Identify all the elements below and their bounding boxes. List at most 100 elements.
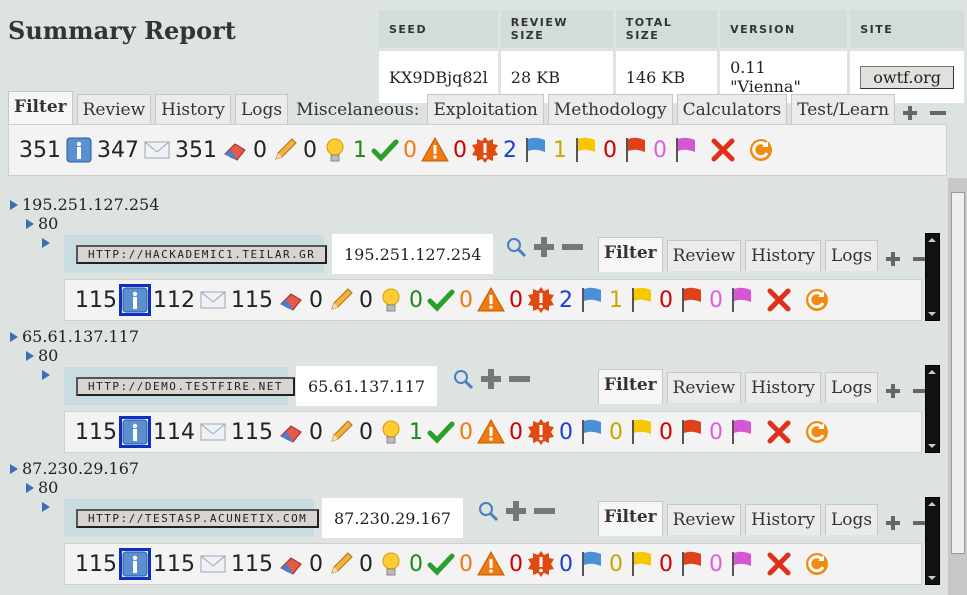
- refresh-icon[interactable]: [803, 286, 831, 314]
- target-scrollbar[interactable]: [925, 233, 940, 321]
- target-scrollbar[interactable]: [925, 497, 940, 585]
- eraser-icon[interactable]: [277, 286, 305, 314]
- search-icon[interactable]: [452, 367, 474, 391]
- tab-filter[interactable]: Filter: [598, 501, 663, 536]
- tree-node-port[interactable]: 80: [26, 346, 58, 365]
- bulb-icon[interactable]: [321, 136, 349, 164]
- red-flag-icon[interactable]: [677, 550, 705, 578]
- tab-review[interactable]: Review: [666, 372, 742, 403]
- alert-icon[interactable]: [471, 136, 499, 164]
- check-icon[interactable]: [427, 550, 455, 578]
- alert-icon[interactable]: [527, 418, 555, 446]
- info-icon[interactable]: [119, 284, 151, 316]
- delete-icon[interactable]: [765, 286, 793, 314]
- tree-node-url[interactable]: [42, 497, 54, 516]
- warning-icon[interactable]: [477, 550, 505, 578]
- target-scrollbar[interactable]: [925, 365, 940, 453]
- violet-flag-icon[interactable]: [727, 418, 755, 446]
- warning-icon[interactable]: [421, 136, 449, 164]
- yellow-flag-icon[interactable]: [627, 550, 655, 578]
- tab-history[interactable]: History: [745, 240, 821, 271]
- plus-icon[interactable]: [882, 511, 904, 535]
- mail-icon[interactable]: [199, 418, 227, 446]
- tree-node-url[interactable]: [42, 233, 54, 252]
- yellow-flag-icon[interactable]: [571, 136, 599, 164]
- tab-testlearn[interactable]: Test/Learn: [791, 94, 896, 125]
- tab-history[interactable]: History: [745, 372, 821, 403]
- eraser-icon[interactable]: [277, 550, 305, 578]
- violet-flag-icon[interactable]: [727, 286, 755, 314]
- mail-icon[interactable]: [199, 286, 227, 314]
- tree-node-port[interactable]: 80: [26, 214, 58, 233]
- tab-history[interactable]: History: [155, 94, 231, 125]
- tab-filter[interactable]: Filter: [8, 91, 73, 126]
- bulb-icon[interactable]: [377, 550, 405, 578]
- scroll-down-icon[interactable]: [928, 444, 936, 448]
- expand-triangle-icon[interactable]: [26, 219, 34, 229]
- minus-icon[interactable]: [561, 235, 583, 259]
- refresh-icon[interactable]: [803, 550, 831, 578]
- info-icon[interactable]: [65, 136, 93, 164]
- scroll-up-icon[interactable]: [928, 502, 936, 506]
- bulb-icon[interactable]: [377, 286, 405, 314]
- eraser-icon[interactable]: [221, 136, 249, 164]
- alert-icon[interactable]: [527, 550, 555, 578]
- minus-icon[interactable]: [508, 367, 530, 391]
- red-flag-icon[interactable]: [677, 418, 705, 446]
- plus-icon[interactable]: [533, 235, 555, 259]
- tree-node-url[interactable]: [42, 365, 54, 384]
- delete-icon[interactable]: [765, 550, 793, 578]
- tab-review[interactable]: Review: [76, 94, 152, 125]
- yellow-flag-icon[interactable]: [627, 418, 655, 446]
- warning-icon[interactable]: [477, 286, 505, 314]
- tab-logs[interactable]: Logs: [824, 372, 879, 403]
- pencil-icon[interactable]: [327, 418, 355, 446]
- tab-filter[interactable]: Filter: [598, 369, 663, 404]
- target-url-button[interactable]: HTTP://HACKADEMIC1.TEILAR.GR: [76, 244, 328, 264]
- violet-flag-icon[interactable]: [671, 136, 699, 164]
- plus-icon[interactable]: [882, 379, 904, 403]
- tab-review[interactable]: Review: [666, 504, 742, 535]
- plus-icon[interactable]: [505, 499, 527, 523]
- plus-icon[interactable]: [480, 367, 502, 391]
- blue-flag-icon[interactable]: [521, 136, 549, 164]
- scroll-down-icon[interactable]: [928, 576, 936, 580]
- alert-icon[interactable]: [527, 286, 555, 314]
- delete-icon[interactable]: [709, 136, 737, 164]
- check-icon[interactable]: [427, 418, 455, 446]
- red-flag-icon[interactable]: [677, 286, 705, 314]
- expand-triangle-icon[interactable]: [10, 332, 18, 342]
- red-flag-icon[interactable]: [621, 136, 649, 164]
- tree-node-ip[interactable]: 195.251.127.254: [10, 195, 159, 214]
- blue-flag-icon[interactable]: [577, 550, 605, 578]
- blue-flag-icon[interactable]: [577, 418, 605, 446]
- page-scrollbar[interactable]: [948, 178, 967, 595]
- expand-triangle-icon[interactable]: [10, 200, 18, 210]
- minus-icon[interactable]: [533, 499, 555, 523]
- pencil-icon[interactable]: [327, 286, 355, 314]
- pencil-icon[interactable]: [271, 136, 299, 164]
- tab-logs[interactable]: Logs: [234, 94, 289, 125]
- eraser-icon[interactable]: [277, 418, 305, 446]
- scroll-down-icon[interactable]: [928, 312, 936, 316]
- violet-flag-icon[interactable]: [727, 550, 755, 578]
- expand-triangle-icon[interactable]: [42, 370, 50, 380]
- scroll-up-icon[interactable]: [928, 238, 936, 242]
- refresh-icon[interactable]: [747, 136, 775, 164]
- expand-triangle-icon[interactable]: [26, 351, 34, 361]
- mail-icon[interactable]: [143, 136, 171, 164]
- page-scrollbar-thumb[interactable]: [951, 192, 965, 554]
- scroll-up-icon[interactable]: [928, 370, 936, 374]
- tree-node-ip[interactable]: 65.61.137.117: [10, 327, 139, 346]
- yellow-flag-icon[interactable]: [627, 286, 655, 314]
- tab-logs[interactable]: Logs: [824, 504, 879, 535]
- target-url-button[interactable]: HTTP://DEMO.TESTFIRE.NET: [76, 376, 295, 396]
- tab-exploitation[interactable]: Exploitation: [427, 94, 544, 125]
- tree-node-port[interactable]: 80: [26, 478, 58, 497]
- tab-methodology[interactable]: Methodology: [547, 94, 673, 125]
- mail-icon[interactable]: [199, 550, 227, 578]
- warning-icon[interactable]: [477, 418, 505, 446]
- tab-filter[interactable]: Filter: [598, 237, 663, 272]
- expand-triangle-icon[interactable]: [42, 238, 50, 248]
- delete-icon[interactable]: [765, 418, 793, 446]
